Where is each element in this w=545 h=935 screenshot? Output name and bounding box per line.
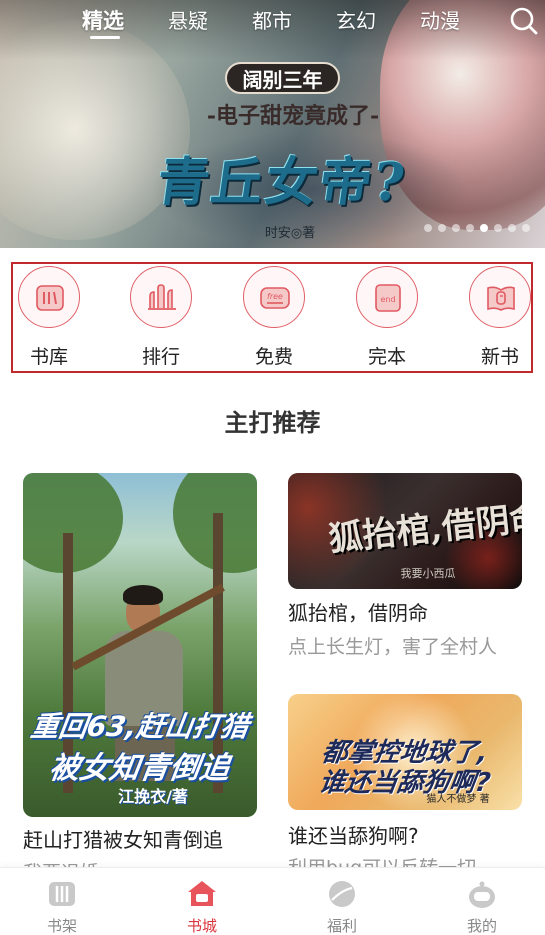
tab-anime[interactable]: 动漫 — [420, 5, 460, 33]
ranking-icon — [130, 266, 192, 328]
top-tab-bar: 精选 悬疑 都市 玄幻 动漫 — [0, 0, 545, 48]
nav-welfare[interactable]: 福利 — [292, 868, 392, 935]
category-free[interactable]: free 免费 — [234, 264, 314, 371]
tab-suspense[interactable]: 悬疑 — [168, 5, 208, 33]
section-title: 主打推荐 — [224, 409, 321, 437]
category-ranking[interactable]: 排行 — [121, 264, 201, 371]
cover-author: 猫人不做梦 著 — [426, 794, 490, 805]
tab-featured[interactable]: 精选 — [82, 5, 124, 33]
category-shortcuts: 书库 排行 free 免费 end 完本 新书 — [11, 262, 533, 373]
active-tab-indicator — [90, 36, 120, 39]
feature-book-cover[interactable]: 重回63,赶山打猎 被女知青倒追 江挽衣/著 — [23, 473, 257, 817]
bottom-nav-bar: 书架 书城 福利 我的 — [0, 867, 545, 935]
tab-fantasy[interactable]: 玄幻 — [336, 5, 376, 33]
banner-title-art: 阔别三年 -电子甜宠竟成了- 青丘女帝? 时安◎著 — [110, 62, 455, 242]
nav-label: 我的 — [466, 917, 497, 935]
banner-pagination — [424, 224, 539, 234]
book-title[interactable]: 狐抬棺，借阴命 — [288, 597, 528, 626]
nav-label: 福利 — [326, 917, 357, 935]
pagination-dot[interactable] — [452, 224, 460, 232]
cover-author: 江挽衣/著 — [118, 787, 188, 806]
bookstore-icon — [186, 878, 218, 910]
book-title[interactable]: 赶山打猎被女知青倒追 — [23, 824, 263, 853]
book-description: 点上长生灯，害了全村人 — [288, 636, 498, 658]
pagination-dot[interactable] — [508, 224, 516, 232]
book-cover[interactable]: 都掌控地球了, 谁还当舔狗啊? 猫人不做梦 著 — [288, 694, 522, 810]
banner-author: 时安◎著 — [264, 226, 316, 241]
book-cover[interactable]: 狐抬棺,借阴命 我要小西瓜 — [288, 473, 522, 589]
cover-title-line1: 重回63,赶山打猎 — [28, 710, 251, 743]
category-label: 新书 — [480, 346, 519, 368]
bookshelf-icon — [46, 878, 78, 910]
cover-art-foliage — [23, 473, 123, 573]
category-label: 免费 — [254, 346, 293, 368]
search-icon[interactable] — [509, 6, 539, 36]
hero-banner[interactable]: 阔别三年 -电子甜宠竟成了- 青丘女帝? 时安◎著 精选 悬疑 都市 玄幻 动漫 — [0, 0, 545, 248]
cover-art-figure — [123, 585, 163, 605]
pagination-dot[interactable] — [424, 224, 432, 232]
category-new-books[interactable]: 新书 — [460, 264, 540, 371]
category-label: 书库 — [29, 346, 68, 368]
cover-title-line2: 被女知青倒追 — [47, 751, 232, 786]
pagination-dot[interactable] — [438, 224, 446, 232]
free-icon: free — [243, 266, 305, 328]
app-page: 阔别三年 -电子甜宠竟成了- 青丘女帝? 时安◎著 精选 悬疑 都市 玄幻 动漫 — [0, 0, 545, 935]
banner-subtitle: -电子甜宠竟成了- — [206, 103, 380, 129]
category-completed[interactable]: end 完本 — [347, 264, 427, 371]
pagination-dot[interactable] — [466, 224, 474, 232]
welfare-icon — [326, 878, 358, 910]
svg-text:free: free — [267, 292, 283, 301]
category-label: 完本 — [367, 346, 406, 368]
banner-tag: 阔别三年 — [225, 62, 340, 94]
library-icon — [18, 266, 80, 328]
banner-title: 青丘女帝? — [153, 152, 411, 213]
svg-text:end: end — [380, 295, 395, 304]
profile-icon — [466, 878, 498, 910]
cover-author: 我要小西瓜 — [400, 567, 456, 580]
book-title[interactable]: 谁还当舔狗啊? — [288, 820, 528, 849]
pagination-dot[interactable] — [522, 224, 530, 232]
nav-bookstore[interactable]: 书城 — [152, 868, 252, 935]
completed-icon: end — [356, 266, 418, 328]
nav-profile[interactable]: 我的 — [432, 868, 532, 935]
tab-urban[interactable]: 都市 — [252, 5, 292, 33]
category-library[interactable]: 书库 — [9, 264, 89, 371]
nav-label: 书城 — [186, 917, 217, 935]
nav-label: 书架 — [46, 917, 77, 935]
new-book-icon — [469, 266, 531, 328]
category-label: 排行 — [141, 346, 180, 368]
pagination-dot-active[interactable] — [480, 224, 488, 232]
nav-bookshelf[interactable]: 书架 — [12, 868, 112, 935]
pagination-dot[interactable] — [494, 224, 502, 232]
